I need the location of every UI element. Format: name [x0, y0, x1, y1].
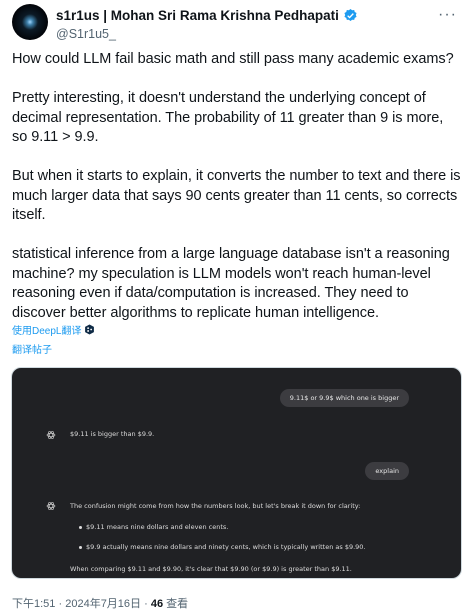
media-image[interactable]: 9.11$ or 9.9$ which one is bigger $9.11 … [11, 367, 462, 579]
translate-post-link[interactable]: 翻译帖子 [12, 341, 52, 356]
assistant-bullet-2: $9.9 actually means nine dollars and nin… [86, 543, 366, 551]
tweet-time[interactable]: 下午1:51 [12, 598, 55, 610]
assistant-message: $9.11 is bigger than $9.9. [70, 430, 155, 438]
user-message-bubble-explain: explain [365, 462, 409, 480]
author-display-name[interactable]: s1r1us | Mohan Sri Rama Krishna Pedhapat… [56, 8, 339, 23]
deepl-logo-icon [85, 324, 95, 335]
verified-badge-icon [344, 8, 357, 21]
assistant-bullet-1: $9.11 means nine dollars and eleven cent… [86, 523, 229, 531]
chatgpt-logo-icon [46, 502, 56, 510]
assistant-explanation-intro: The confusion might come from how the nu… [70, 502, 361, 510]
deepl-translate-label[interactable]: 使用DeepL翻译 [12, 322, 81, 337]
author-handle[interactable]: @S1r1u5_ [56, 27, 116, 41]
user-message-bubble: 9.11$ or 9.9$ which one is bigger [279, 389, 409, 407]
bullet-dot [79, 526, 82, 529]
assistant-conclusion: When comparing $9.11 and $9.90, it's cle… [70, 565, 352, 573]
tweet-date[interactable]: 2024年7月16日 [65, 598, 141, 610]
views-label: 查看 [166, 598, 189, 610]
meta-separator: · [144, 598, 148, 610]
deepl-translate-link[interactable]: 使用DeepL翻译 [12, 322, 95, 337]
bullet-dot [79, 546, 82, 549]
tweet-meta: 下午1:51 · 2024年7月16日 · 46 查看 [12, 595, 188, 611]
tweet-text: How could LLM fail basic math and still … [12, 51, 461, 321]
avatar[interactable] [12, 4, 48, 40]
author-name-row[interactable]: s1r1us | Mohan Sri Rama Krishna Pedhapat… [56, 8, 358, 23]
chatgpt-logo-icon [46, 431, 56, 439]
meta-separator: · [58, 598, 63, 610]
views-count: 46 [150, 598, 164, 610]
more-options-icon[interactable]: ··· [438, 6, 457, 24]
